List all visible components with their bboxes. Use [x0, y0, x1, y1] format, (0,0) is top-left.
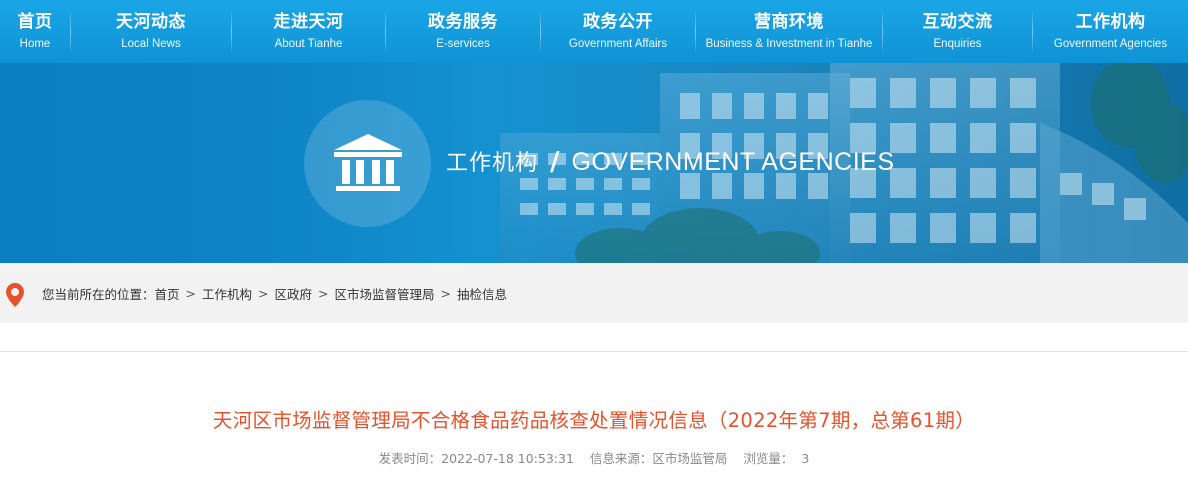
main-nav: 首页 Home 天河动态 Local News 走进天河 About Tianh… [0, 0, 1188, 63]
nav-item-label: 工作机构 [1075, 12, 1146, 32]
breadcrumb-item-district-government[interactable]: 区政府 [275, 284, 313, 303]
breadcrumb-separator: > [440, 285, 452, 301]
nav-item-label: 天河动态 [116, 12, 186, 32]
breadcrumb-separator: > [185, 285, 197, 301]
article-title: 天河区市场监督管理局不合格食品药品核查处置情况信息（2022年第7期，总第61期… [212, 409, 976, 432]
nav-item-sublabel: Enquiries [933, 38, 982, 50]
view-count: 浏览量： 3 [743, 451, 809, 466]
banner-title-cn: 工作机构 [446, 151, 539, 176]
nav-item-e-services[interactable]: 政务服务 E-services [386, 0, 540, 63]
page-banner: 工作机构 / GOVERNMENT AGENCIES [0, 63, 1188, 263]
nav-item-sublabel: About Tianhe [274, 38, 343, 50]
nav-item-label: 互动交流 [922, 12, 993, 32]
banner-title-slash: / [550, 147, 560, 177]
article-meta: 发表时间：2022-07-18 10:53:31 信息来源：区市场监管局 浏览量… [0, 448, 1188, 467]
nav-item-about-tianhe[interactable]: 走进天河 About Tianhe [232, 0, 385, 63]
banner-icon-circle [304, 100, 431, 227]
breadcrumb-prefix: 您当前所在的位置： [42, 286, 155, 302]
breadcrumb: 您当前所在的位置： 首页 > 工作机构 > 区政府 > 区市场监督管理局 > 抽… [0, 263, 1188, 323]
banner-title-en: GOVERNMENT AGENCIES [571, 148, 895, 176]
info-source: 信息来源：区市场监管局 [589, 451, 728, 466]
nav-item-enquiries[interactable]: 互动交流 Enquiries [883, 0, 1032, 63]
nav-item-government-affairs[interactable]: 政务公开 Government Affairs [541, 0, 695, 63]
view-count-label: 浏览量： [743, 451, 794, 466]
publish-time: 发表时间：2022-07-18 10:53:31 [378, 451, 574, 466]
breadcrumb-trail: 您当前所在的位置： 首页 > 工作机构 > 区政府 > 区市场监督管理局 > 抽… [42, 263, 507, 323]
government-building-icon [333, 133, 402, 191]
breadcrumb-separator: > [258, 285, 269, 301]
nav-item-sublabel: E-services [436, 38, 490, 50]
banner-title: 工作机构 / GOVERNMENT AGENCIES [446, 145, 895, 177]
nav-item-sublabel: Local News [121, 38, 181, 50]
nav-item-sublabel: Government Agencies [1053, 38, 1168, 50]
nav-item-local-news[interactable]: 天河动态 Local News [71, 0, 231, 63]
breadcrumb-separator: > [318, 285, 329, 301]
nav-item-label: 营商环境 [754, 12, 824, 32]
nav-item-label: 政务公开 [583, 12, 653, 32]
nav-item-home[interactable]: 首页 Home [0, 0, 70, 63]
nav-item-label: 首页 [17, 12, 53, 32]
location-pin-icon [6, 283, 24, 307]
nav-item-label: 走进天河 [273, 12, 344, 32]
nav-item-sublabel: Home [19, 38, 51, 50]
breadcrumb-item-home[interactable]: 首页 [155, 284, 180, 303]
breadcrumb-item-agencies[interactable]: 工作机构 [202, 284, 252, 303]
nav-item-sublabel: Business & Investment in Tianhe [705, 38, 873, 50]
breadcrumb-item-inspection-info[interactable]: 抽检信息 [457, 284, 507, 303]
breadcrumb-item-market-supervision[interactable]: 区市场监督管理局 [335, 284, 435, 303]
nav-item-label: 政务服务 [428, 12, 498, 32]
nav-item-business-investment[interactable]: 营商环境 Business & Investment in Tianhe [696, 0, 882, 63]
nav-item-government-agencies[interactable]: 工作机构 Government Agencies [1033, 0, 1188, 63]
view-count-value: 3 [801, 451, 810, 466]
article-container: 天河区市场监督管理局不合格食品药品核查处置情况信息（2022年第7期，总第61期… [0, 351, 1188, 480]
nav-item-sublabel: Government Affairs [568, 38, 668, 50]
